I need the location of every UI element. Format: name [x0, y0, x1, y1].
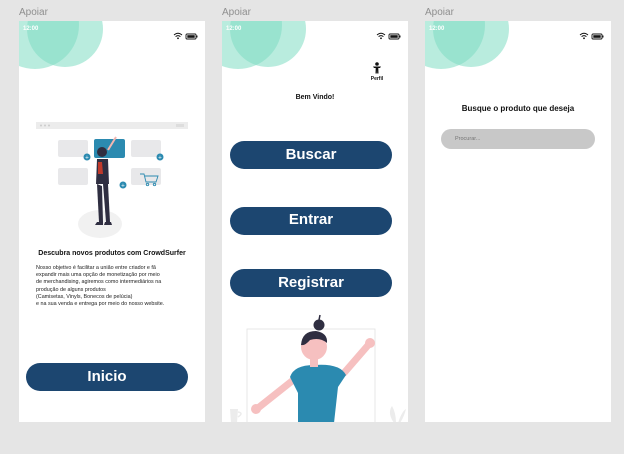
search-heading: Busque o produto que deseja: [461, 104, 575, 113]
welcome-heading: Bem Vindo!: [295, 94, 335, 101]
wifi-battery-icon: [173, 32, 198, 40]
onboarding-screen: 12:00 + + + Descubra novos produtos com …: [19, 21, 205, 422]
welcome-screen: 12:00 Perfil Bem Vindo! Buscar Entrar Re…: [222, 21, 408, 422]
status-time: 12:00: [429, 26, 445, 32]
register-button[interactable]: Registrar: [230, 269, 392, 297]
search-screen: 12:00 Busque o produto que deseja: [425, 21, 611, 422]
celebration-illustration: [230, 314, 406, 422]
profile-button[interactable]: Perfil: [368, 59, 386, 82]
frame-label: Apoiar: [222, 7, 251, 18]
status-icons: [376, 25, 402, 44]
svg-text:+: +: [121, 183, 125, 189]
status-icons: [173, 25, 199, 44]
svg-text:+: +: [85, 155, 89, 161]
start-button[interactable]: Inicio: [26, 363, 188, 391]
wifi-battery-icon: [376, 32, 401, 40]
frame-label: Apoiar: [19, 7, 48, 18]
onboarding-heading: Descubra novos produtos com CrowdSurfer: [38, 250, 186, 257]
status-icons: [579, 25, 605, 44]
status-time: 12:00: [226, 26, 242, 32]
frame-label: Apoiar: [425, 7, 454, 18]
login-button[interactable]: Entrar: [230, 207, 392, 235]
onboarding-illustration: + + +: [36, 122, 188, 238]
status-time: 12:00: [23, 26, 39, 32]
wifi-battery-icon: [579, 32, 604, 40]
svg-text:+: +: [158, 155, 162, 161]
person-icon: [373, 62, 381, 74]
search-button[interactable]: Buscar: [230, 141, 392, 169]
onboarding-description: Nosso objetivo é facilitar a união entre…: [36, 265, 165, 308]
search-input[interactable]: [441, 129, 595, 149]
profile-label: Perfil: [370, 76, 384, 82]
